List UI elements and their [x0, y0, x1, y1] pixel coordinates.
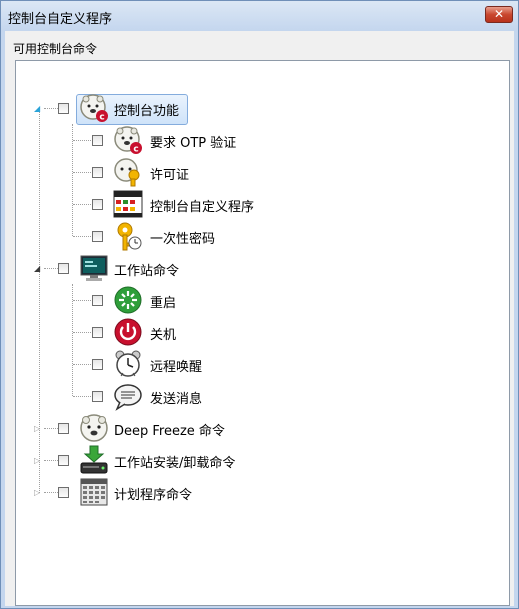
node-checkbox[interactable]	[92, 135, 103, 146]
tree-connector	[73, 236, 93, 237]
tree-node-label[interactable]: 工作站命令	[114, 260, 179, 279]
tree-node-label[interactable]: 一次性密码	[150, 228, 215, 247]
node-checkbox[interactable]	[92, 167, 103, 178]
dialog-client-area: 可用控制台命令 ◢ c 控制台功能 c 要求 OTP 验证 许可证 控制台自定义…	[5, 31, 514, 606]
tree-node-label[interactable]: 控制台自定义程序	[150, 196, 254, 215]
tree-node-label[interactable]: 工作站安装/卸载命令	[114, 452, 235, 471]
svg-text:c: c	[99, 113, 104, 123]
tree-connector	[73, 300, 93, 301]
tree-connector	[44, 460, 58, 461]
tree-node-label[interactable]: 要求 OTP 验证	[150, 132, 236, 151]
node-checkbox[interactable]	[92, 231, 103, 242]
node-checkbox[interactable]	[58, 103, 69, 114]
close-button[interactable]: ✕	[485, 6, 513, 23]
tree-node-label[interactable]: 重启	[150, 292, 176, 311]
expand-toggle-icon[interactable]: ▷	[34, 456, 40, 466]
install-drive-icon	[80, 445, 108, 474]
message-bubble-icon	[114, 384, 142, 411]
tree-connector	[73, 364, 93, 365]
tree-connector	[73, 172, 93, 173]
expand-toggle-icon[interactable]: ▷	[34, 424, 40, 434]
node-checkbox[interactable]	[92, 295, 103, 306]
tree-node-label[interactable]: 许可证	[150, 164, 189, 183]
tree-connector	[73, 140, 93, 141]
tree-connector	[73, 204, 93, 205]
license-key-icon	[114, 158, 140, 187]
node-checkbox[interactable]	[58, 487, 69, 498]
alarm-clock-icon	[115, 350, 141, 377]
node-checkbox[interactable]	[58, 263, 69, 274]
close-icon: ✕	[493, 7, 505, 21]
tree-connector	[73, 332, 93, 333]
tree-connector	[44, 492, 58, 493]
calendar-icon	[80, 478, 108, 506]
tree-connector	[44, 108, 58, 109]
otp-bear-icon: c	[114, 126, 142, 155]
tree-node-label[interactable]: 控制台功能	[114, 100, 179, 119]
tree-connector	[44, 268, 58, 269]
console-features-icon: c	[80, 94, 108, 123]
node-checkbox[interactable]	[58, 423, 69, 434]
expand-toggle-icon[interactable]: ◢	[34, 264, 40, 274]
tree-node-label[interactable]: 关机	[150, 324, 176, 343]
node-checkbox[interactable]	[92, 391, 103, 402]
workstation-monitor-icon	[80, 255, 108, 281]
tree-root-line	[39, 109, 40, 493]
console-customizer-icon	[113, 190, 143, 218]
restart-icon	[114, 286, 142, 314]
node-checkbox[interactable]	[92, 327, 103, 338]
shutdown-icon	[114, 318, 142, 346]
title-bar[interactable]: 控制台自定义程序 ✕	[1, 1, 518, 31]
tree-node-label[interactable]: 发送消息	[150, 388, 202, 407]
expand-toggle-icon[interactable]: ◢	[34, 104, 40, 114]
tree-connector	[44, 428, 58, 429]
tree-node-label[interactable]: 计划程序命令	[114, 484, 192, 503]
dialog-window: 控制台自定义程序 ✕ 可用控制台命令 ◢ c 控制台功能 c 要求 OTP 验证…	[0, 0, 519, 609]
command-tree[interactable]: ◢ c 控制台功能 c 要求 OTP 验证 许可证 控制台自定义程序 一次性密码…	[15, 60, 510, 606]
one-time-password-icon	[117, 222, 142, 251]
node-checkbox[interactable]	[92, 359, 103, 370]
node-checkbox[interactable]	[92, 199, 103, 210]
tree-node-label[interactable]: Deep Freeze 命令	[114, 420, 225, 439]
tree-node-label[interactable]: 远程唤醒	[150, 356, 202, 375]
expand-toggle-icon[interactable]: ▷	[34, 488, 40, 498]
window-title: 控制台自定义程序	[8, 12, 113, 27]
svg-text:c: c	[133, 145, 138, 155]
deep-freeze-bear-icon	[80, 414, 108, 442]
node-checkbox[interactable]	[58, 455, 69, 466]
tree-connector	[73, 396, 93, 397]
group-label: 可用控制台命令	[13, 42, 98, 56]
